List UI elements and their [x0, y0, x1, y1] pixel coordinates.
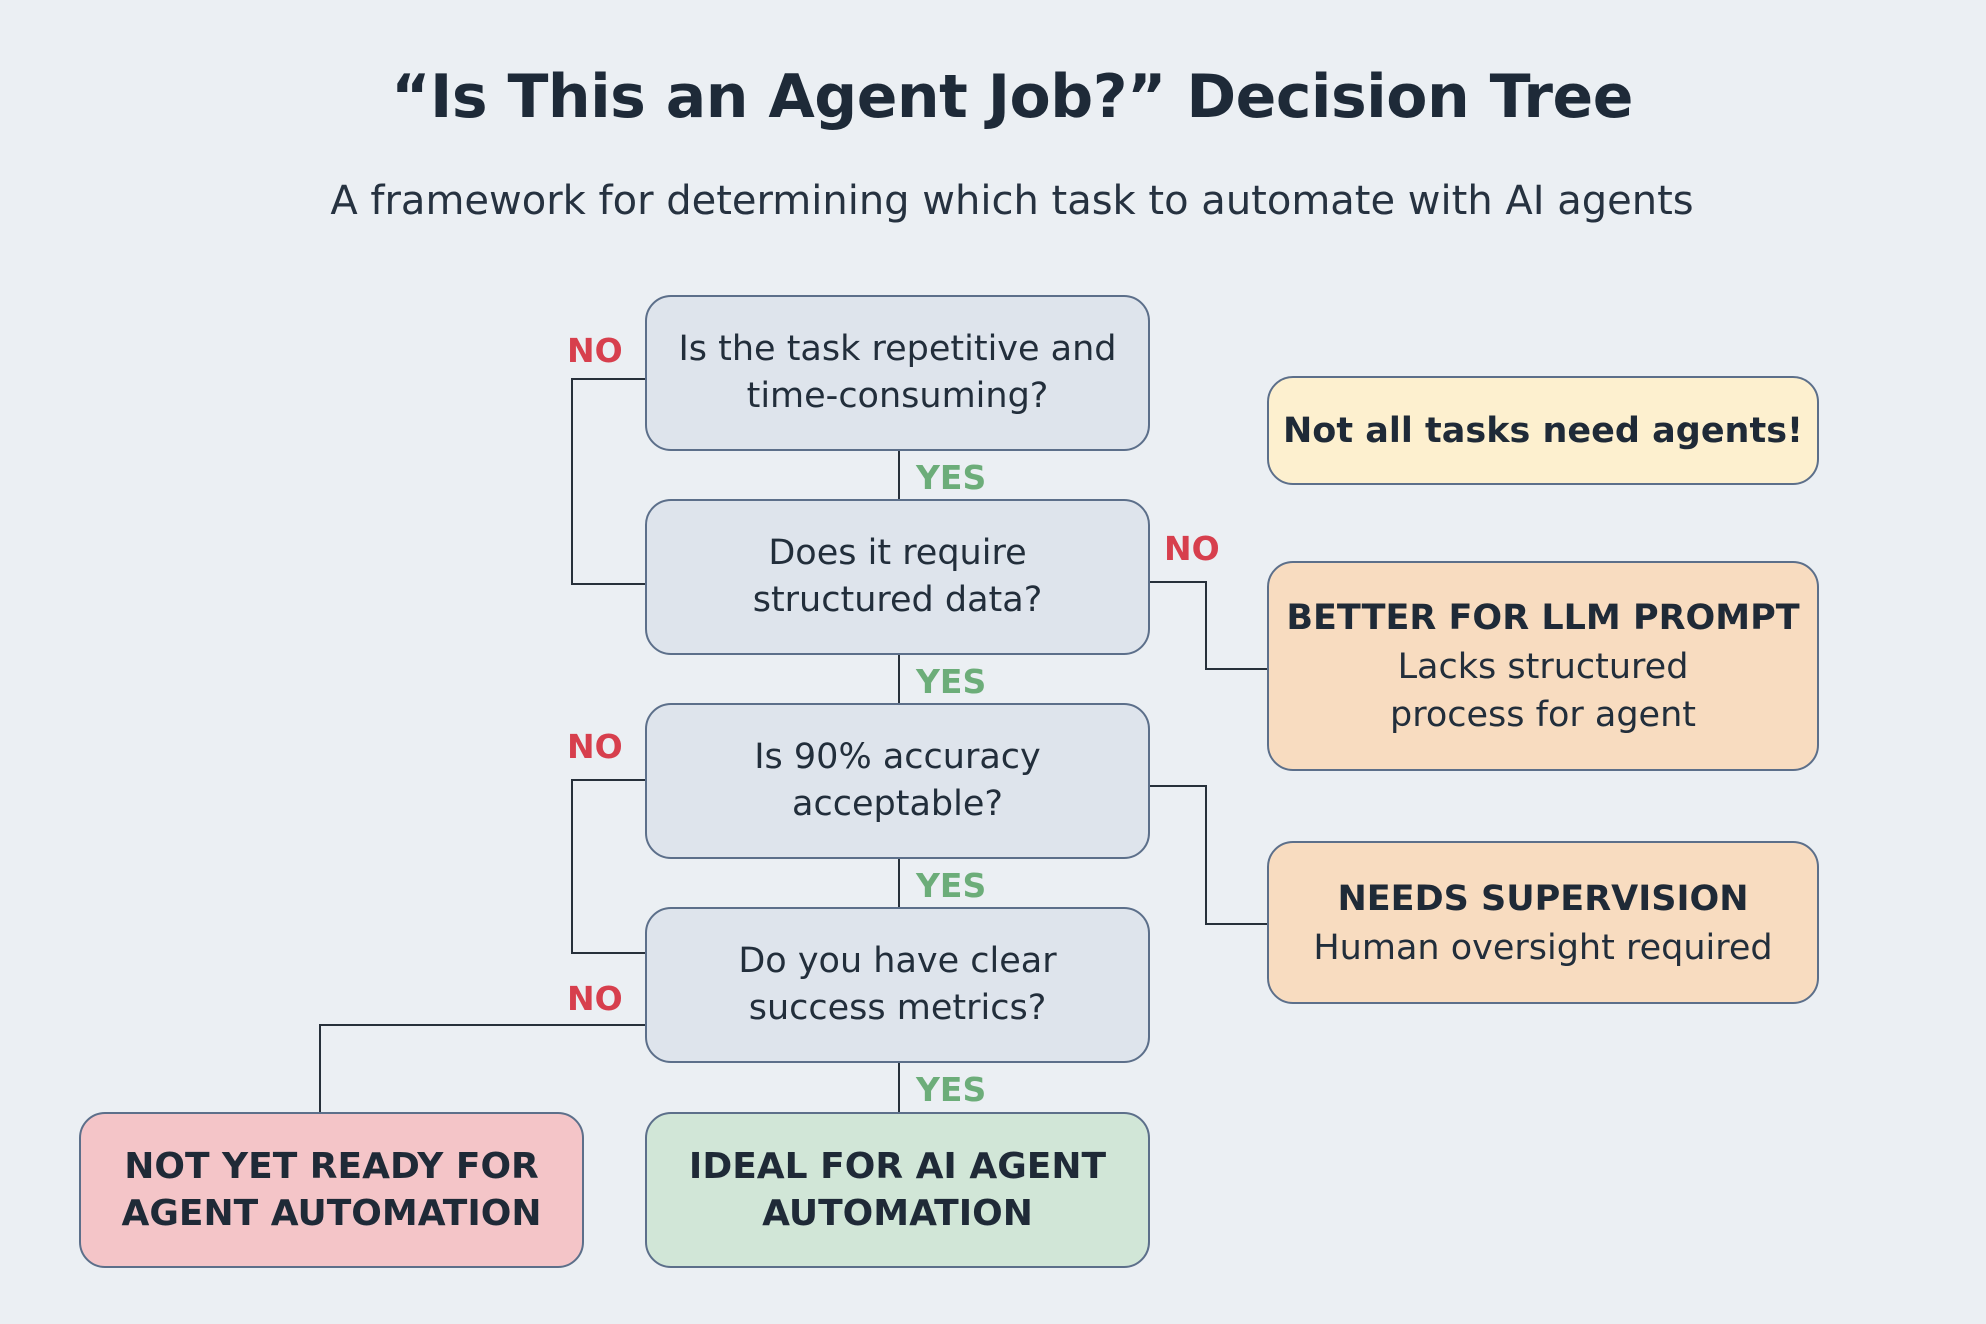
connector-q3-no [571, 779, 645, 781]
no-label: NO [567, 331, 623, 370]
question-line: Is the task repetitive and [678, 329, 1117, 369]
outcome-ideal: IDEAL FOR AI AGENT AUTOMATION [645, 1112, 1150, 1268]
question-line: time-consuming? [746, 376, 1049, 416]
question-repetitive: Is the task repetitive and time-consumin… [645, 295, 1150, 451]
connector-q2-q3 [898, 655, 900, 703]
connector-q3-right [1205, 923, 1267, 925]
connector-q2-no [1205, 581, 1207, 670]
outcome-needs-supervision: NEEDS SUPERVISION Human oversight requir… [1267, 841, 1819, 1004]
outcome-title: BETTER FOR LLM PROMPT [1286, 598, 1800, 638]
question-structured-data: Does it require structured data? [645, 499, 1150, 655]
question-line: Does it require [768, 533, 1027, 573]
connector-q3-q4 [898, 859, 900, 907]
connector-q3-no [571, 779, 573, 954]
yes-label: YES [916, 866, 987, 905]
yes-label: YES [916, 662, 987, 701]
question-line: acceptable? [792, 784, 1003, 824]
page-subtitle: A framework for determining which task t… [330, 178, 1694, 224]
connector-q3-right [1148, 785, 1207, 787]
outcome-description: Human oversight required [1313, 927, 1773, 968]
outcome-title: NEEDS SUPERVISION [1337, 878, 1749, 919]
question-line: Do you have clear [738, 941, 1057, 981]
outcome-description: process for agent [1390, 695, 1696, 735]
outcome-line: IDEAL FOR AI AGENT [688, 1146, 1107, 1187]
no-label: NO [567, 727, 623, 766]
connector-q2-no [1205, 668, 1267, 670]
connector-q3-no [571, 952, 645, 954]
no-label: NO [567, 979, 623, 1018]
connector-q4-no [319, 1024, 321, 1112]
connector-q1-no [571, 378, 645, 380]
question-accuracy: Is 90% accuracy acceptable? [645, 703, 1150, 859]
connector-q4-ideal [898, 1063, 900, 1112]
question-line: Is 90% accuracy [754, 737, 1041, 777]
connector-q2-no [1148, 581, 1207, 583]
outcome-llm-prompt: BETTER FOR LLM PROMPT Lacks structured p… [1267, 561, 1819, 771]
connector-q1-no [571, 583, 645, 585]
yes-label: YES [916, 458, 987, 497]
outcome-line: AUTOMATION [762, 1193, 1033, 1234]
connector-q3-right [1205, 785, 1207, 925]
outcome-line: NOT YET READY FOR [124, 1146, 539, 1187]
page-title: “Is This an Agent Job?” Decision Tree [391, 62, 1633, 132]
connector-q4-no [319, 1024, 645, 1026]
connector-q1-q2 [898, 451, 900, 499]
question-line: success metrics? [748, 988, 1047, 1028]
outcome-not-ready: NOT YET READY FOR AGENT AUTOMATION [79, 1112, 584, 1268]
connector-q1-no [571, 378, 573, 585]
note-callout: Not all tasks need agents! [1267, 376, 1819, 485]
question-success-metrics: Do you have clear success metrics? [645, 907, 1150, 1063]
outcome-description: Lacks structured [1397, 647, 1689, 687]
no-label: NO [1164, 529, 1220, 568]
outcome-line: AGENT AUTOMATION [121, 1193, 542, 1234]
yes-label: YES [916, 1070, 987, 1109]
note-text: Not all tasks need agents! [1282, 410, 1803, 451]
question-line: structured data? [752, 580, 1043, 620]
